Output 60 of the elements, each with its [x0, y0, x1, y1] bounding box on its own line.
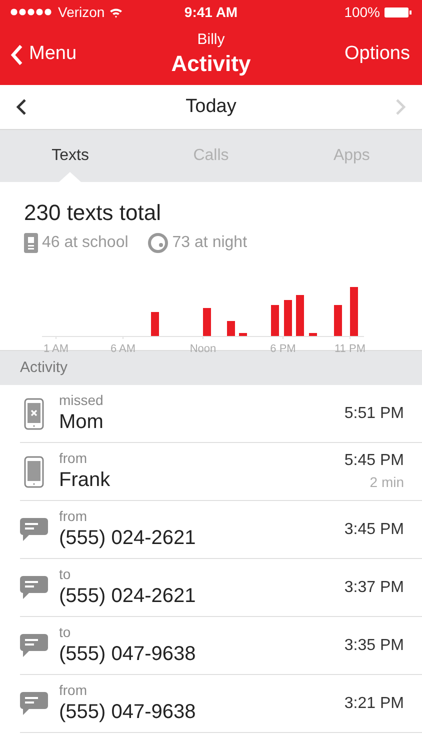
tab[interactable]: Texts	[52, 144, 89, 168]
duration-label: 2 min	[370, 474, 404, 492]
section-header: Activity	[20, 358, 68, 378]
night-count: 73 at night	[172, 233, 248, 253]
chart-bar	[227, 321, 235, 336]
chart-bar	[203, 308, 211, 336]
axis-label: 6 PM	[270, 342, 296, 357]
axis-label: 6 AM	[110, 342, 136, 357]
chart-bar	[309, 333, 317, 336]
book-icon	[24, 233, 38, 253]
options-button[interactable]: Options	[302, 40, 412, 69]
direction-label: from	[59, 508, 88, 526]
previous-day-button[interactable]	[16, 98, 27, 116]
direction-label: to	[59, 624, 72, 642]
chart-bar	[151, 312, 159, 336]
battery-icon	[384, 6, 412, 18]
signal-icon	[10, 8, 54, 16]
chart-bar	[239, 333, 247, 336]
battery-percent: 100%	[344, 2, 380, 22]
time-label: 3:21 PM	[344, 694, 404, 714]
contact-name: (555) 047-9638	[59, 642, 197, 667]
menu-back-button[interactable]: Menu	[10, 40, 120, 69]
chat-bubble-icon	[20, 634, 48, 658]
axis-label: 11 PM	[334, 342, 366, 357]
chart-bar	[350, 287, 358, 336]
time-label: 5:51 PM	[344, 404, 404, 424]
carrier-name: Verizon	[58, 2, 105, 22]
date-label: Today	[184, 94, 238, 119]
texts-total: 230 texts total	[24, 199, 162, 227]
chat-bubble-icon	[20, 576, 48, 600]
axis-label: Noon	[190, 342, 216, 357]
contact-name: (555) 047-9638	[59, 700, 197, 725]
phone-icon	[24, 456, 44, 488]
chart-bar	[334, 305, 342, 336]
chat-bubble-icon	[20, 518, 48, 542]
screen-title: Activity	[171, 50, 251, 78]
chart-bar	[296, 295, 304, 336]
contact-name: (555) 024-2621	[59, 584, 197, 609]
chat-bubble-icon	[20, 692, 48, 716]
clock-time: 9:41 AM	[184, 2, 238, 22]
direction-label: from	[59, 682, 88, 700]
direction-label: missed	[59, 392, 104, 410]
time-label: 3:37 PM	[344, 578, 404, 598]
selected-tab-pointer	[59, 172, 82, 182]
phone-x-icon	[24, 398, 44, 430]
time-label: 3:35 PM	[344, 636, 404, 656]
axis-label: 1 AM	[43, 342, 69, 357]
school-count: 46 at school	[42, 233, 128, 253]
time-label: 5:45 PM	[344, 451, 404, 472]
direction-label: from	[59, 450, 88, 468]
chart-bar	[284, 300, 292, 336]
contact-name: (555) 024-2621	[59, 526, 197, 551]
direction-label: to	[59, 566, 72, 584]
contact-name: Frank	[59, 468, 112, 493]
wifi-icon	[108, 6, 123, 18]
chart-bar	[271, 305, 279, 336]
contact-name: Mom	[59, 410, 104, 435]
time-label: 3:45 PM	[344, 520, 404, 540]
child-name: Billy	[197, 31, 225, 50]
back-chevron-icon	[10, 44, 23, 66]
